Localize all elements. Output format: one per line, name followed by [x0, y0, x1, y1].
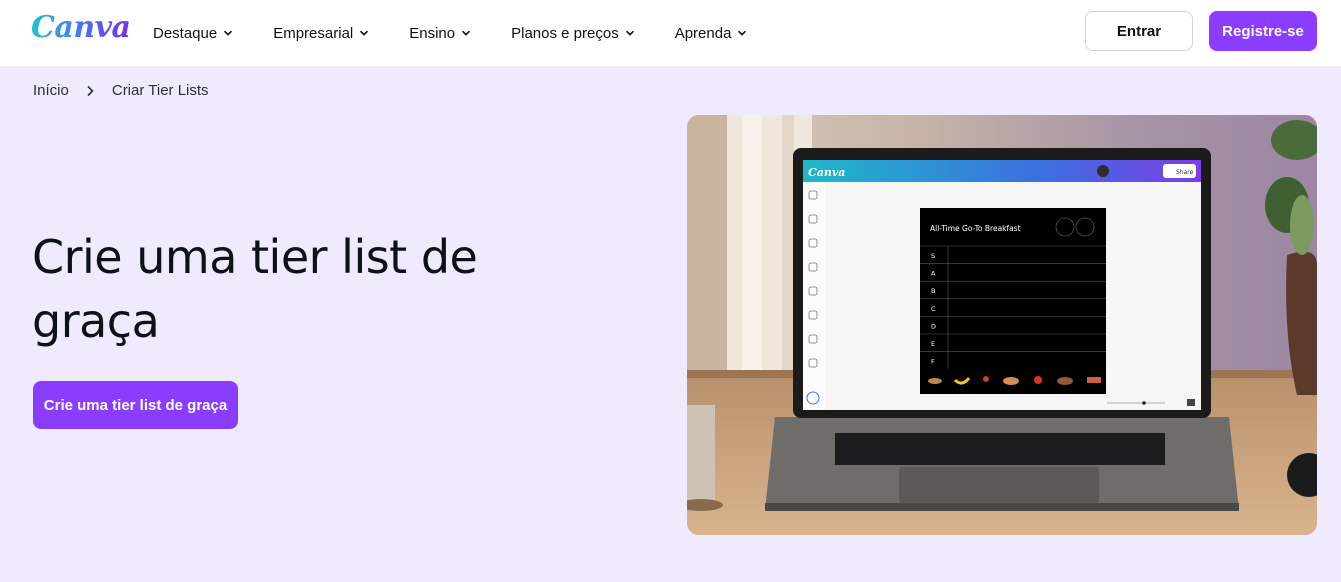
login-button[interactable]: Entrar: [1085, 11, 1193, 51]
signup-button[interactable]: Registre-se: [1209, 11, 1317, 51]
nav-label: Planos e preços: [511, 24, 619, 42]
nav-planos-e-precos[interactable]: Planos e preços: [511, 25, 635, 42]
nav-label: Empresarial: [273, 24, 354, 42]
create-tier-list-button[interactable]: Crie uma tier list de graça: [33, 381, 238, 429]
nav-label: Ensino: [409, 24, 456, 42]
chevron-right-icon: [87, 85, 94, 96]
tier-label: S: [931, 252, 935, 260]
tier-label: F: [931, 358, 935, 366]
chevron-down-icon: [738, 30, 747, 36]
nav-destaque[interactable]: Destaque: [153, 25, 233, 42]
design-title: All-Time Go-To Breakfast: [930, 224, 1021, 233]
tier-label: A: [931, 270, 936, 278]
canva-logo[interactable]: Canva: [31, 10, 131, 45]
nav-ensino[interactable]: Ensino: [409, 25, 471, 42]
breadcrumb-home-link[interactable]: Início: [33, 82, 69, 99]
app-logo: Canva: [808, 166, 845, 179]
tier-label: B: [931, 287, 935, 295]
chevron-down-icon: [462, 30, 471, 36]
nav-empresarial[interactable]: Empresarial: [273, 25, 369, 42]
tier-label: D: [931, 322, 936, 330]
hero-title: Crie uma tier list de graça: [32, 230, 478, 348]
nav-aprenda[interactable]: Aprenda: [675, 25, 748, 42]
tier-label: E: [931, 340, 935, 348]
nav-label: Aprenda: [674, 24, 732, 42]
laptop-illustration: Canva Share All-Time Go-To Breakfast S A B…: [687, 115, 1317, 535]
breadcrumb: Início Criar Tier Lists: [33, 82, 209, 99]
share-button: Share: [1176, 169, 1194, 176]
chevron-down-icon: [224, 30, 233, 36]
site-header: Canva Destaque Empresarial Ensino Planos…: [0, 0, 1341, 66]
breadcrumb-current: Criar Tier Lists: [111, 82, 209, 99]
nav-label: Destaque: [153, 24, 218, 42]
chevron-down-icon: [360, 30, 369, 36]
tier-label: C: [931, 305, 936, 313]
chevron-down-icon: [625, 30, 634, 36]
main-nav: Destaque Empresarial Ensino Planos e pre…: [153, 0, 747, 66]
hero-image: Canva Share All-Time Go-To Breakfast S A B…: [687, 115, 1317, 535]
